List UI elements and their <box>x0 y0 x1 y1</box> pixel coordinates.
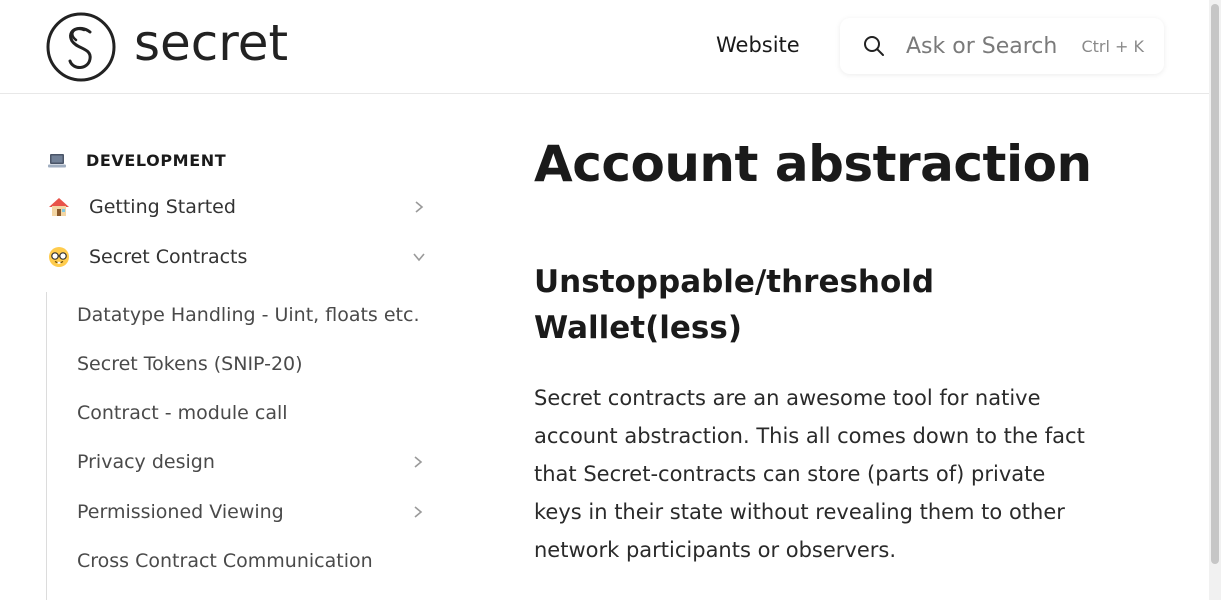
chevron-down-icon[interactable] <box>412 249 426 265</box>
house-icon <box>49 198 69 216</box>
scrollbar-thumb[interactable] <box>1211 4 1219 564</box>
sidebar-item-label: Secret Contracts <box>89 246 248 268</box>
website-link[interactable]: Website <box>716 33 800 57</box>
sidebar-item-secret-contracts[interactable]: Secret Contracts <box>48 242 428 272</box>
sidebar-subitem-contract-module-call[interactable]: Contract - module call <box>77 398 429 428</box>
sidebar-item-getting-started[interactable]: Getting Started <box>48 192 428 222</box>
sidebar-section-title: DEVELOPMENT <box>86 151 227 170</box>
search-placeholder: Ask or Search <box>906 33 1058 59</box>
sidebar-subitem-label: Cross Contract Communication <box>77 550 373 572</box>
sidebar-section-development: DEVELOPMENT <box>48 151 226 170</box>
sidebar-subitem-cross-contract-communication[interactable]: Cross Contract Communication <box>77 546 429 576</box>
secret-logo[interactable]: secret <box>46 12 288 82</box>
chevron-right-icon[interactable] <box>411 504 425 520</box>
top-header: secret Website Ask or Search Ctrl + K <box>0 0 1221 94</box>
sidebar-subitem-label: Datatype Handling - Uint, floats etc. <box>77 304 420 326</box>
sidebar: DEVELOPMENT Getting Started Secret Contr… <box>0 95 480 600</box>
sidebar-item-label: Getting Started <box>89 196 236 218</box>
page-title: Account abstraction <box>534 135 1092 193</box>
nested-guide-line <box>46 292 47 600</box>
search-box[interactable]: Ask or Search Ctrl + K <box>840 18 1164 74</box>
sidebar-subitem-label: Permissioned Viewing <box>77 501 284 523</box>
secret-logo-icon <box>46 12 116 82</box>
sidebar-subitem-label: Secret Tokens (SNIP-20) <box>77 353 303 375</box>
logo-wordmark: secret <box>134 14 289 72</box>
page-scrollbar[interactable] <box>1209 0 1221 600</box>
search-icon <box>864 36 884 56</box>
body-paragraph: Secret contracts are an awesome tool for… <box>534 386 1085 562</box>
sidebar-subitem-secret-tokens[interactable]: Secret Tokens (SNIP-20) <box>77 349 429 379</box>
section-heading: Unstoppable/threshold Wallet(less) <box>534 264 935 346</box>
nerd-face-icon <box>49 247 69 267</box>
chevron-right-icon[interactable] <box>412 199 426 215</box>
search-shortcut: Ctrl + K <box>1081 37 1144 56</box>
laptop-icon <box>48 153 66 167</box>
chevron-right-icon[interactable] <box>411 454 425 470</box>
sidebar-subitem-label: Privacy design <box>77 451 215 473</box>
sidebar-subitem-datatype-handling[interactable]: Datatype Handling - Uint, floats etc. <box>77 300 429 330</box>
sidebar-subitem-label: Contract - module call <box>77 402 288 424</box>
sidebar-subitem-privacy-design[interactable]: Privacy design <box>77 447 429 477</box>
sidebar-subitem-permissioned-viewing[interactable]: Permissioned Viewing <box>77 497 429 527</box>
